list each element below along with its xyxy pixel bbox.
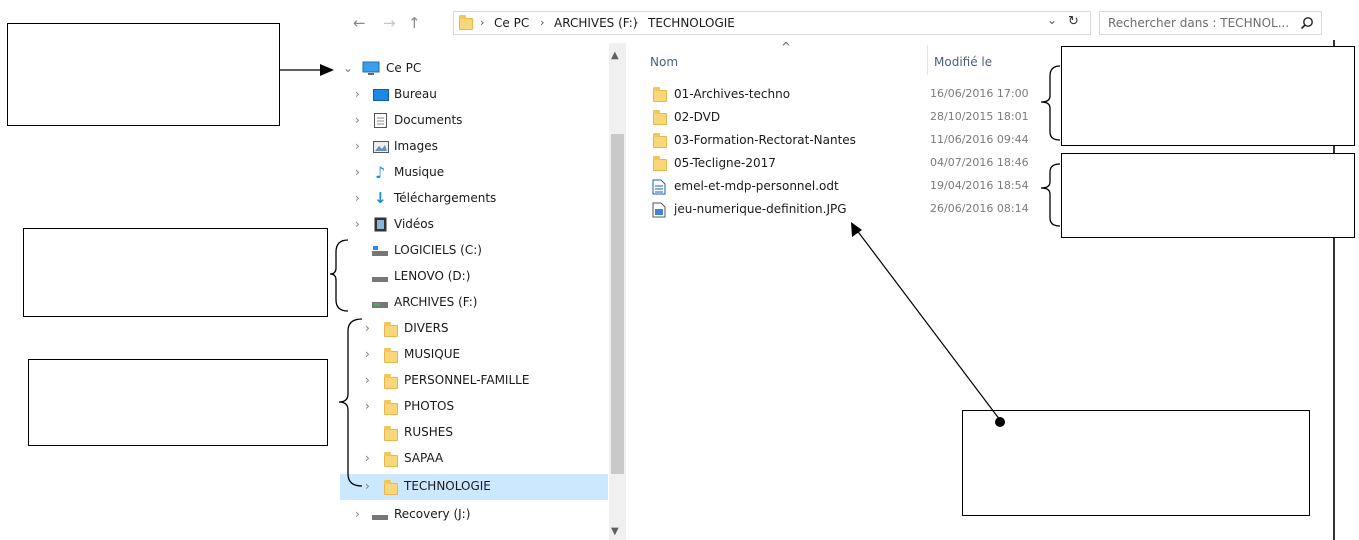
arrowhead-icon <box>320 64 334 76</box>
right-brace <box>1040 163 1061 227</box>
right-brace <box>1040 65 1061 141</box>
annotation-overlay <box>280 64 1061 487</box>
left-brace <box>329 239 349 312</box>
left-brace <box>338 318 363 487</box>
bullet-dot <box>995 417 1005 427</box>
arrow-line <box>855 228 1001 421</box>
